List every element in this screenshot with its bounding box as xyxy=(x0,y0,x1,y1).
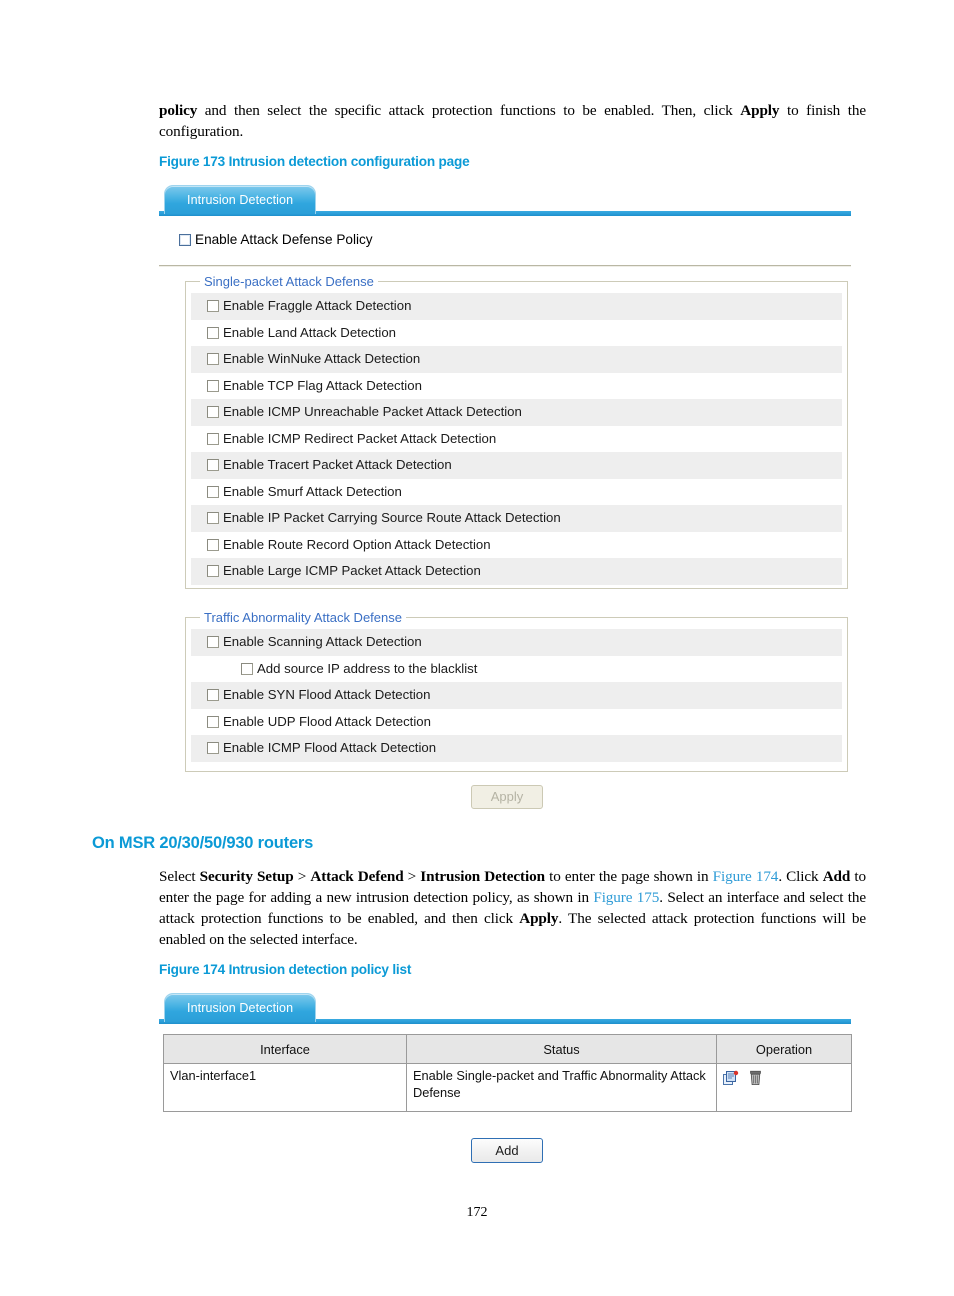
traffic-abnormality-rows: Enable Scanning Attack Detection Add sour… xyxy=(191,629,842,762)
table-row: Vlan-interface1 Enable Single-packet and… xyxy=(163,1063,852,1112)
single-packet-label-10: Enable Large ICMP Packet Attack Detectio… xyxy=(223,563,481,578)
tab-intrusion-detection-list[interactable]: Intrusion Detection xyxy=(164,993,317,1022)
single-packet-legend: Single-packet Attack Defense xyxy=(200,274,378,289)
single-packet-checkbox-1[interactable] xyxy=(207,326,219,339)
single-packet-row-1[interactable]: Enable Land Attack Detection xyxy=(191,319,842,346)
column-header-operation: Operation xyxy=(716,1034,852,1064)
single-packet-row-5[interactable]: Enable ICMP Redirect Packet Attack Detec… xyxy=(191,425,842,452)
traffic-abnormality-checkbox-2[interactable] xyxy=(207,689,219,701)
traffic-abnormality-label-3: Enable UDP Flood Attack Detection xyxy=(223,713,431,729)
single-packet-label-0: Enable Fraggle Attack Detection xyxy=(223,298,412,313)
single-packet-row-2[interactable]: Enable WinNuke Attack Detection xyxy=(191,346,842,373)
single-packet-rows: Enable Fraggle Attack Detection Enable La… xyxy=(191,293,842,585)
single-packet-label-6: Enable Tracert Packet Attack Detection xyxy=(223,457,452,472)
msr-t5: . Click xyxy=(778,868,823,885)
msr-b1: Security Setup xyxy=(199,868,294,885)
single-packet-checkbox-0[interactable] xyxy=(207,300,219,312)
single-packet-checkbox-5[interactable] xyxy=(207,432,219,445)
traffic-abnormality-label-0: Enable Scanning Attack Detection xyxy=(223,634,422,649)
single-packet-row-3[interactable]: Enable TCP Flag Attack Detection xyxy=(191,372,842,399)
enable-attack-defense-policy-label: Enable Attack Defense Policy xyxy=(195,232,373,247)
document-page: policy and then select the specific atta… xyxy=(0,0,954,1296)
single-packet-label-4: Enable ICMP Unreachable Packet Attack De… xyxy=(223,404,522,419)
xref-figure-174[interactable]: Figure 174 xyxy=(713,868,779,885)
tabstrip-2: Intrusion Detection xyxy=(159,993,851,1026)
add-button[interactable]: Add xyxy=(471,1138,543,1163)
traffic-abnormality-legend: Traffic Abnormality Attack Defense xyxy=(200,610,406,625)
traffic-abnormality-checkbox-3[interactable] xyxy=(207,715,219,728)
single-packet-checkbox-6[interactable] xyxy=(207,459,219,471)
msr-paragraph: Select Security Setup > Attack Defend > … xyxy=(159,866,866,950)
intro-paragraph: policy and then select the specific atta… xyxy=(159,100,866,142)
single-packet-checkbox-7[interactable] xyxy=(207,485,219,498)
enable-attack-defense-policy-checkbox[interactable] xyxy=(179,234,191,246)
single-packet-checkbox-9[interactable] xyxy=(207,538,219,551)
single-packet-row-7[interactable]: Enable Smurf Attack Detection xyxy=(191,478,842,505)
cell-status: Enable Single-packet and Traffic Abnorma… xyxy=(406,1063,717,1112)
traffic-abnormality-checkbox-4[interactable] xyxy=(207,742,219,754)
traffic-abnormality-label-1: Add source IP address to the blacklist xyxy=(257,660,478,676)
column-header-status: Status xyxy=(406,1034,717,1064)
traffic-abnormality-checkbox-1[interactable] xyxy=(241,662,253,675)
enable-attack-defense-policy-row[interactable]: Enable Attack Defense Policy xyxy=(179,232,373,247)
single-packet-checkbox-8[interactable] xyxy=(207,512,219,524)
figure-173-screenshot: Intrusion Detection Enable Attack Defens… xyxy=(159,185,851,810)
single-packet-attack-defense-fieldset: Single-packet Attack Defense Enable Frag… xyxy=(185,274,848,589)
single-packet-label-7: Enable Smurf Attack Detection xyxy=(223,483,402,499)
single-packet-checkbox-2[interactable] xyxy=(207,353,219,365)
single-packet-label-8: Enable IP Packet Carrying Source Route A… xyxy=(223,510,561,525)
traffic-abnormality-checkbox-0[interactable] xyxy=(207,636,219,648)
traffic-abnormality-label-2: Enable SYN Flood Attack Detection xyxy=(223,687,431,702)
cell-operation xyxy=(716,1063,852,1112)
section-divider xyxy=(159,265,851,267)
section-heading-on-msr: On MSR 20/30/50/930 routers xyxy=(92,834,314,852)
edit-icon[interactable] xyxy=(723,1070,739,1086)
msr-b2: Attack Defend xyxy=(310,868,404,885)
traffic-abnormality-row-4[interactable]: Enable ICMP Flood Attack Detection xyxy=(191,735,842,762)
table-header-row: Interface Status Operation xyxy=(163,1034,852,1064)
tab-intrusion-detection[interactable]: Intrusion Detection xyxy=(164,185,317,214)
page-number: 172 xyxy=(466,1205,488,1220)
traffic-abnormality-row-0[interactable]: Enable Scanning Attack Detection xyxy=(191,629,842,656)
single-packet-row-6[interactable]: Enable Tracert Packet Attack Detection xyxy=(191,452,842,479)
figure-174-caption: Figure 174 Intrusion detection policy li… xyxy=(159,962,412,977)
msr-b3: Intrusion Detection xyxy=(420,868,545,885)
msr-b4: Add xyxy=(822,868,851,885)
traffic-abnormality-label-4: Enable ICMP Flood Attack Detection xyxy=(223,740,437,755)
traffic-abnormality-row-2[interactable]: Enable SYN Flood Attack Detection xyxy=(191,682,842,709)
single-packet-row-8[interactable]: Enable IP Packet Carrying Source Route A… xyxy=(191,505,842,532)
single-packet-label-2: Enable WinNuke Attack Detection xyxy=(223,351,421,366)
tabstrip-1: Intrusion Detection xyxy=(159,185,851,218)
single-packet-checkbox-4[interactable] xyxy=(207,406,219,418)
column-header-interface: Interface xyxy=(163,1034,407,1064)
intro-bold-policy: policy xyxy=(159,102,198,119)
intro-bold-apply: Apply xyxy=(740,102,780,119)
traffic-abnormality-attack-defense-fieldset: Traffic Abnormality Attack Defense Enabl… xyxy=(185,610,848,772)
xref-figure-175[interactable]: Figure 175 xyxy=(593,889,659,906)
single-packet-label-9: Enable Route Record Option Attack Detect… xyxy=(223,536,491,552)
msr-b5: Apply xyxy=(519,910,559,927)
single-packet-label-1: Enable Land Attack Detection xyxy=(223,324,397,340)
single-packet-row-9[interactable]: Enable Route Record Option Attack Detect… xyxy=(191,531,842,558)
traffic-abnormality-row-3[interactable]: Enable UDP Flood Attack Detection xyxy=(191,708,842,735)
msr-t3: > xyxy=(403,868,421,885)
single-packet-label-3: Enable TCP Flag Attack Detection xyxy=(223,377,422,393)
intro-text-mid: and then select the specific attack prot… xyxy=(197,102,741,119)
apply-button[interactable]: Apply xyxy=(471,785,543,809)
single-packet-row-0[interactable]: Enable Fraggle Attack Detection xyxy=(191,293,842,320)
traffic-abnormality-row-1[interactable]: Add source IP address to the blacklist xyxy=(191,655,839,682)
intrusion-detection-policy-table: Interface Status Operation Vlan-interfac… xyxy=(163,1034,852,1112)
msr-t4: to enter the page shown in xyxy=(544,868,713,885)
cell-interface: Vlan-interface1 xyxy=(163,1063,407,1112)
delete-icon[interactable] xyxy=(749,1070,762,1086)
msr-t2: > xyxy=(293,868,311,885)
single-packet-row-4[interactable]: Enable ICMP Unreachable Packet Attack De… xyxy=(191,399,842,426)
single-packet-checkbox-3[interactable] xyxy=(207,379,219,392)
single-packet-row-10[interactable]: Enable Large ICMP Packet Attack Detectio… xyxy=(191,558,842,585)
msr-t1: Select xyxy=(159,868,200,885)
single-packet-label-5: Enable ICMP Redirect Packet Attack Detec… xyxy=(223,430,497,446)
figure-173-caption: Figure 173 Intrusion detection configura… xyxy=(159,154,470,169)
single-packet-checkbox-10[interactable] xyxy=(207,565,219,577)
